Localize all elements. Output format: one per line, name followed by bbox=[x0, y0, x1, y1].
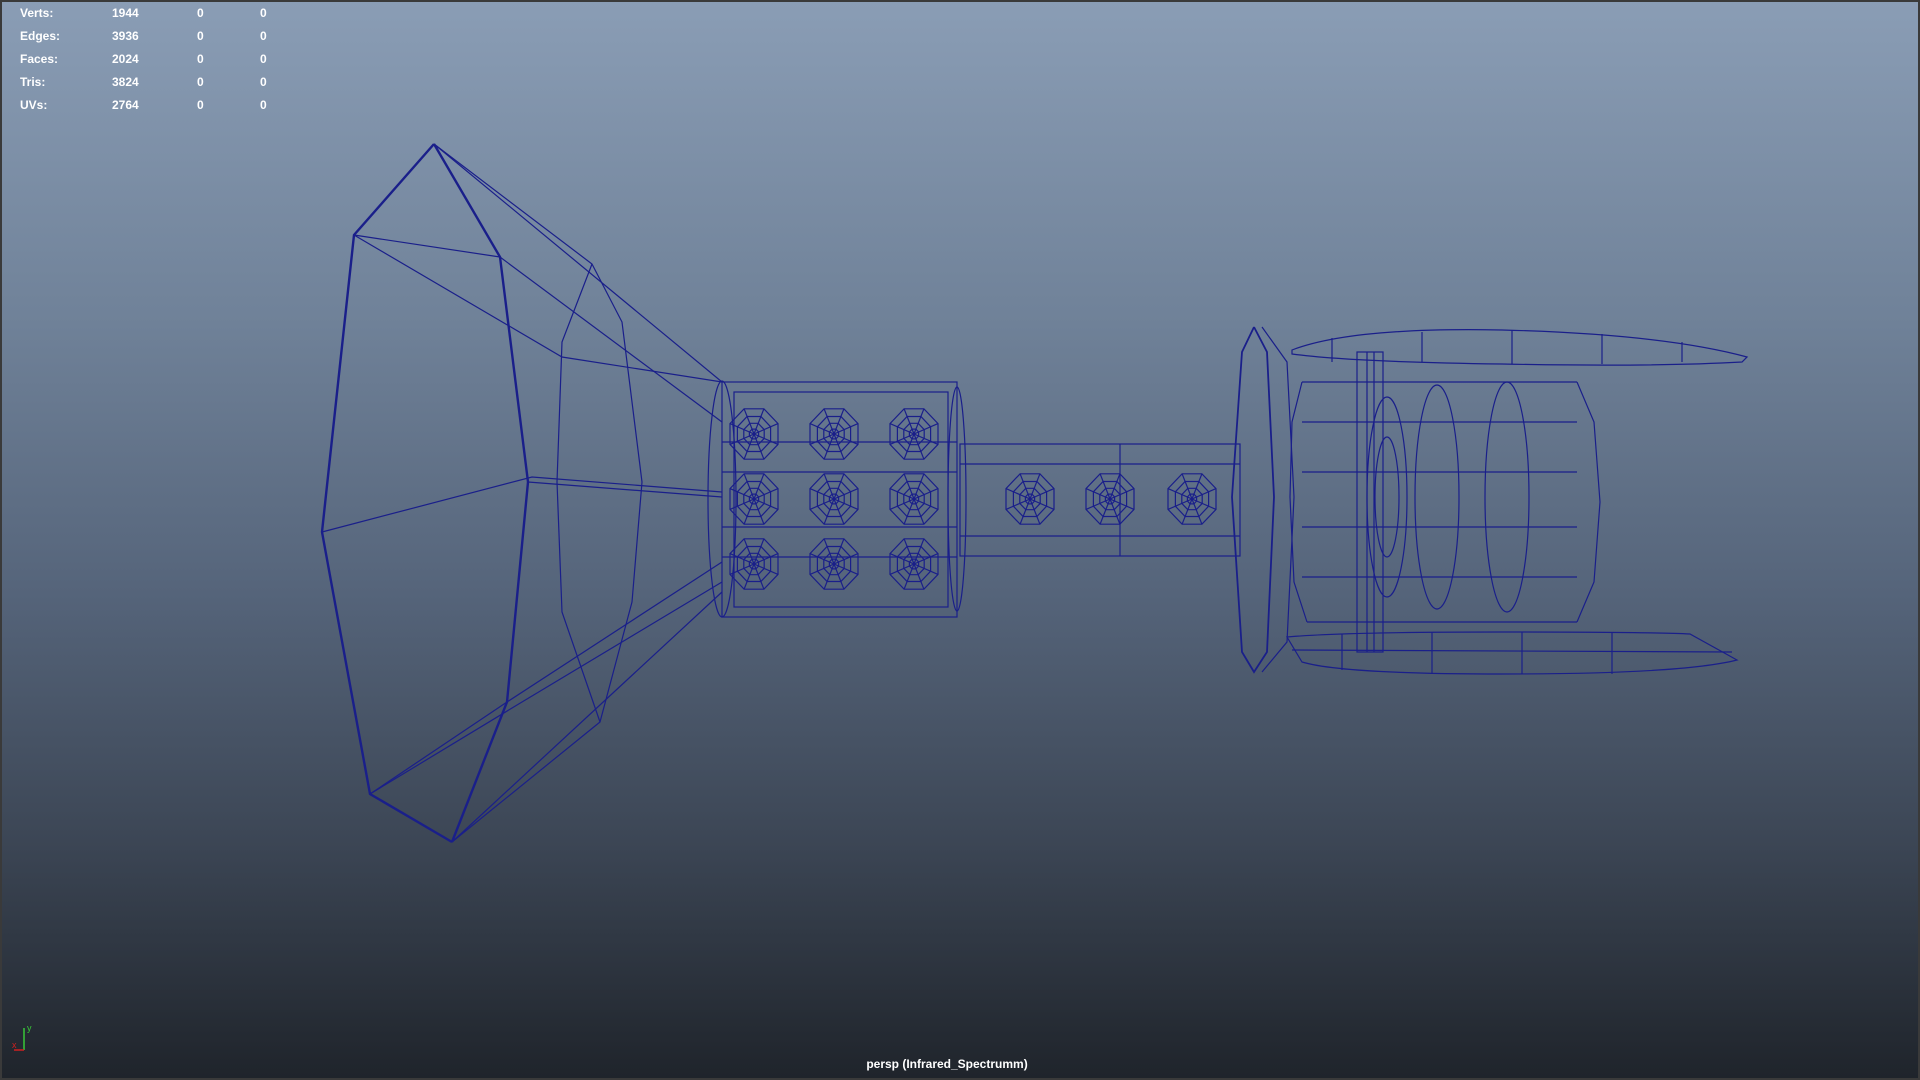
lens[interactable] bbox=[729, 473, 779, 525]
bottom-fin-mesh[interactable] bbox=[1285, 631, 1739, 675]
perspective-viewport[interactable]: Verts: 1944 0 0 Edges: 3936 0 0 Faces: 2… bbox=[0, 0, 1920, 1080]
dish-mesh[interactable] bbox=[320, 143, 723, 844]
lens[interactable] bbox=[889, 408, 939, 460]
wireframe-model[interactable] bbox=[2, 2, 1920, 1080]
lens[interactable] bbox=[889, 538, 939, 590]
lens[interactable] bbox=[729, 408, 779, 460]
lens-array[interactable] bbox=[729, 408, 1217, 590]
lens[interactable] bbox=[729, 538, 779, 590]
top-fin-mesh[interactable] bbox=[1291, 329, 1749, 366]
lens[interactable] bbox=[1085, 473, 1135, 525]
lens[interactable] bbox=[889, 473, 939, 525]
axis-gizmo: y x bbox=[12, 1023, 32, 1051]
lens[interactable] bbox=[809, 473, 859, 525]
camera-label: persp (Infrared_Spectrumm) bbox=[866, 1057, 1028, 1071]
lens[interactable] bbox=[1167, 473, 1217, 525]
axis-y-label: y bbox=[27, 1023, 32, 1033]
axis-x-label: x bbox=[12, 1040, 17, 1050]
lens[interactable] bbox=[1005, 473, 1055, 525]
body-mesh[interactable] bbox=[1231, 326, 1601, 674]
lens[interactable] bbox=[809, 538, 859, 590]
lens[interactable] bbox=[809, 408, 859, 460]
